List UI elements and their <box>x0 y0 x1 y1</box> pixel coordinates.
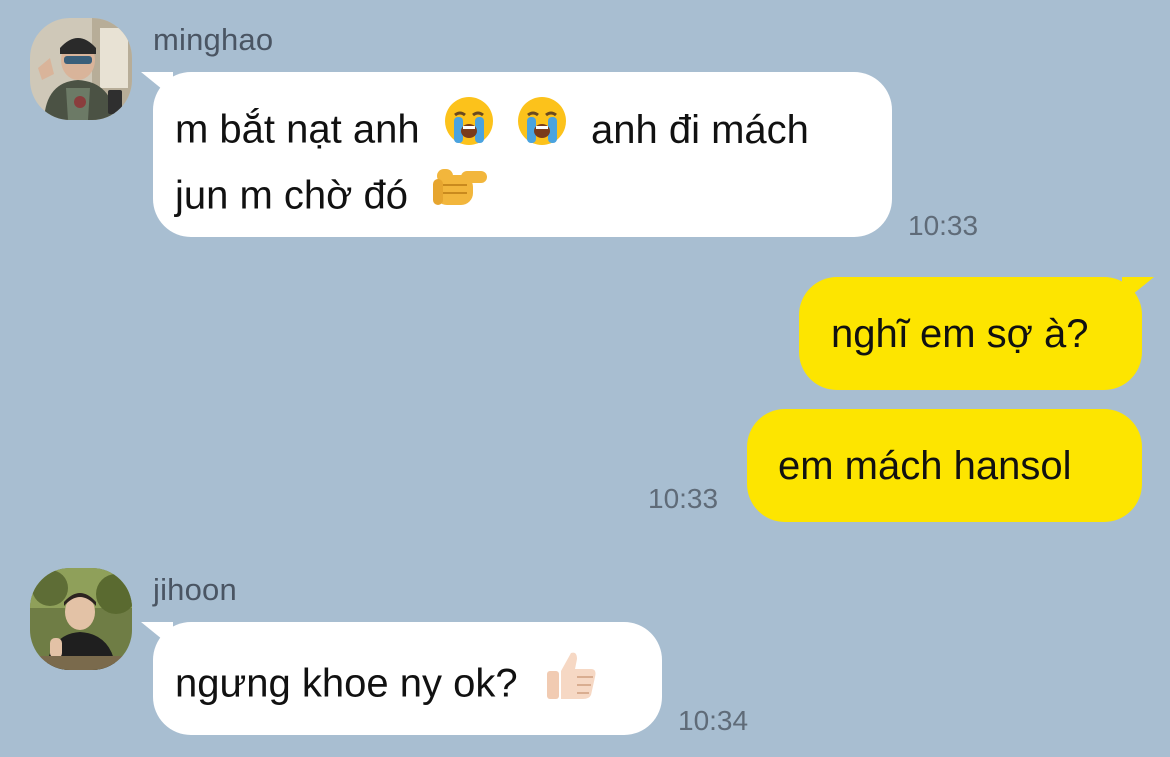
sender-name: minghao <box>153 22 274 57</box>
message-text-part: jun m chờ đó <box>175 173 409 218</box>
message-text: ngưng khoe ny ok? <box>175 661 518 706</box>
message-timestamp: 10:34 <box>678 705 749 736</box>
bubble-tail <box>1122 277 1154 303</box>
avatar-minghao-image <box>30 18 132 120</box>
message-text: nghĩ em sợ à? <box>831 312 1089 356</box>
avatar-minghao[interactable] <box>30 18 132 120</box>
message-text-part: anh đi mách <box>590 107 809 152</box>
thumbs-up-icon <box>543 647 599 717</box>
bubble-tail <box>141 72 173 98</box>
message-bubble-incoming[interactable]: m bắt nạt anh anh đi mách jun m chờ đó <box>141 72 892 237</box>
bubble-tail <box>141 622 173 648</box>
avatar-jihoon[interactable] <box>30 568 132 670</box>
message-bubble-outgoing[interactable]: nghĩ em sợ à? <box>799 277 1154 390</box>
message-timestamp: 10:33 <box>648 483 719 514</box>
message-text: m bắt nạt anh anh đi mách <box>175 97 892 165</box>
backhand-index-pointing-down-icon <box>431 161 489 227</box>
chat-view[interactable]: minghao m bắt nạt anh anh đi mách jun m … <box>0 0 1170 757</box>
message-timestamp: 10:33 <box>908 210 979 241</box>
message-text: jun m chờ đó <box>175 165 892 231</box>
loudly-crying-face-icon <box>443 95 495 161</box>
loudly-crying-face-icon <box>516 95 568 161</box>
sender-name: jihoon <box>153 572 237 607</box>
message-text: em mách hansol <box>778 444 1072 488</box>
message-text-part: m bắt nạt anh <box>175 107 420 152</box>
message-bubble-outgoing[interactable]: em mách hansol <box>747 409 1142 522</box>
message-bubble-incoming[interactable]: ngưng khoe ny ok? <box>141 622 662 735</box>
avatar-jihoon-image <box>30 568 132 670</box>
